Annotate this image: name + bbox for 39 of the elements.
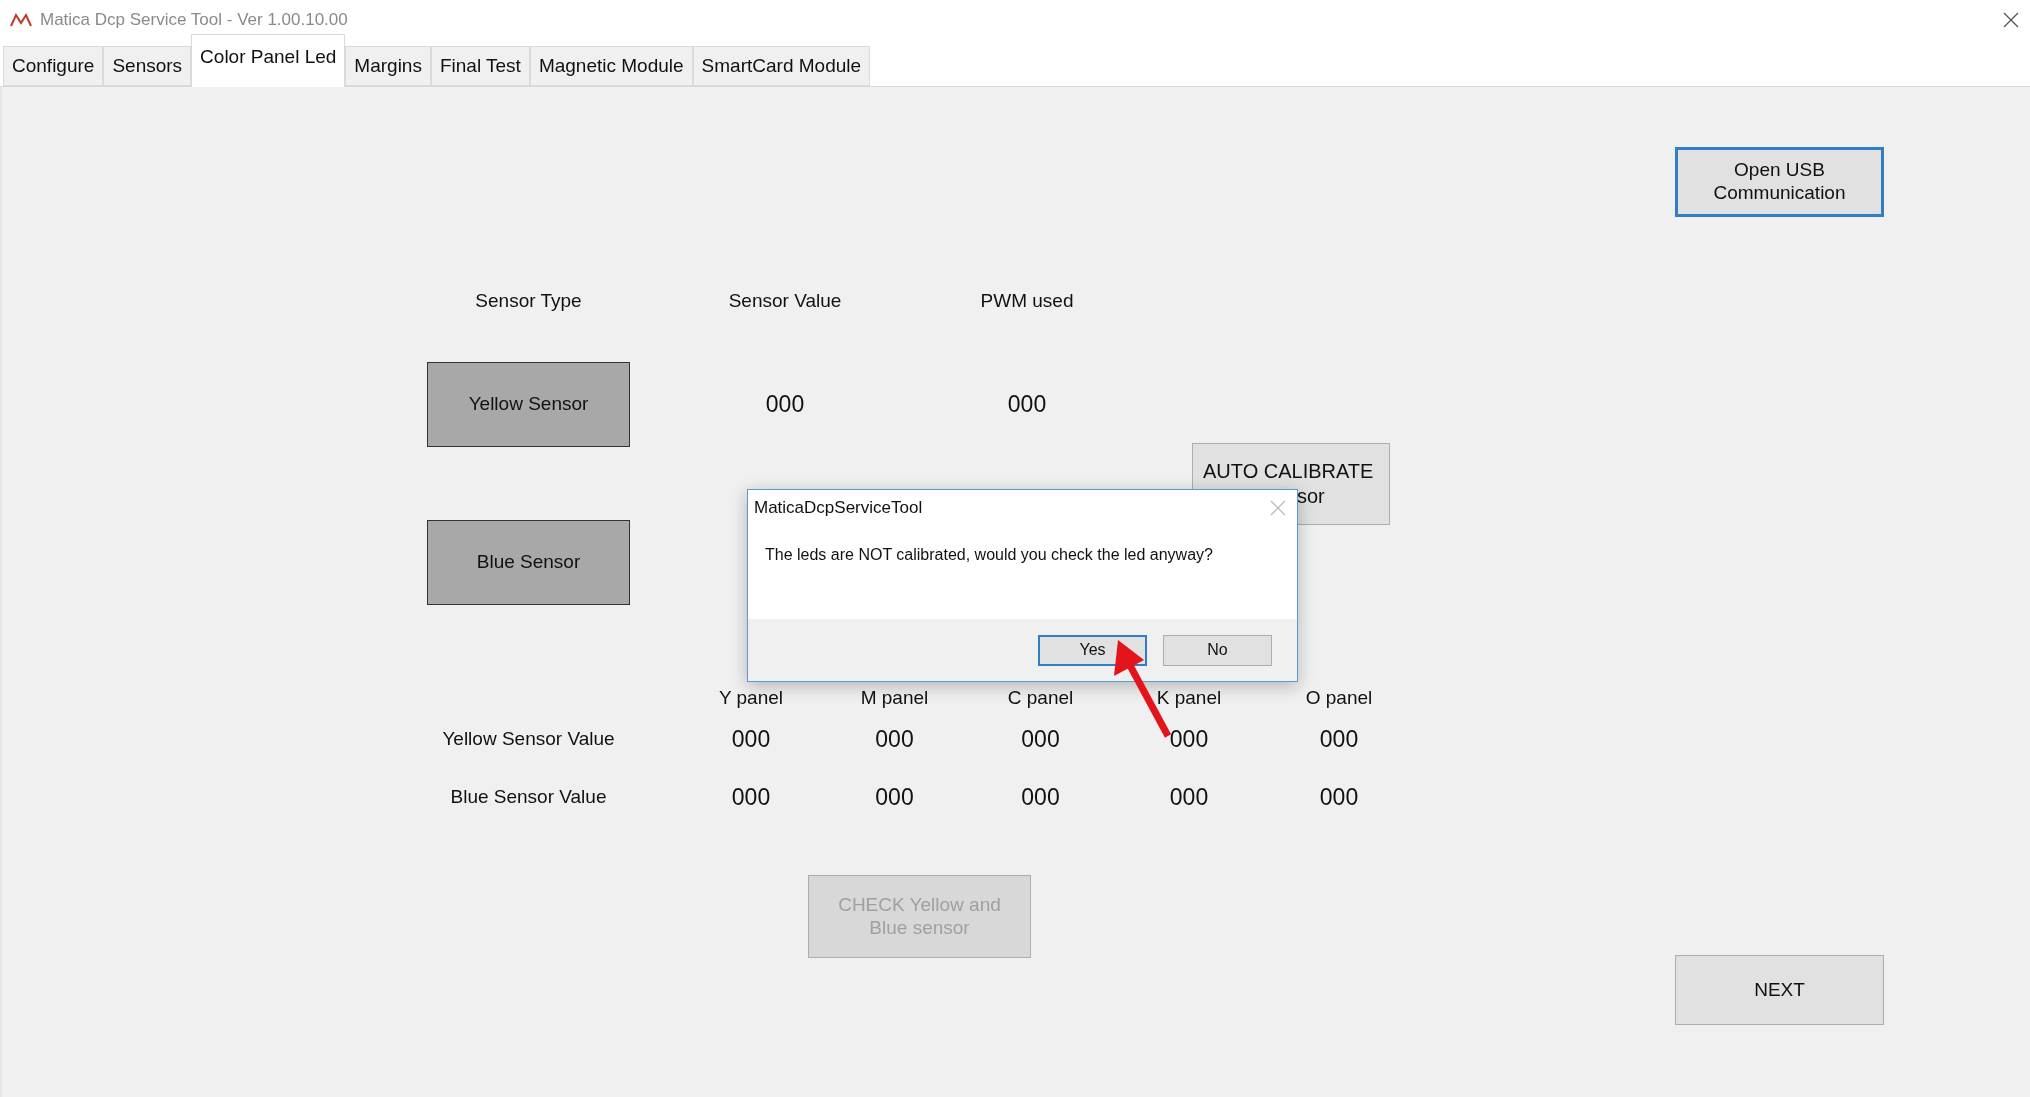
column-header: C panel [1007, 687, 1074, 709]
column-header: K panel [1156, 687, 1222, 709]
tab[interactable]: Color Panel Led [191, 34, 346, 87]
close-icon[interactable] [2002, 11, 2020, 29]
table-cell: 000 [731, 725, 771, 753]
tab[interactable]: SmartCard Module [692, 46, 871, 86]
column-header: O panel [1305, 687, 1373, 709]
table-cell: 000 [875, 783, 914, 811]
table-cell: 000 [1021, 783, 1060, 811]
tab[interactable]: Configure [3, 46, 104, 86]
column-header: Y panel [718, 687, 784, 709]
column-header: Sensor Type [475, 290, 582, 312]
row-label: Blue Sensor Value [450, 786, 607, 808]
table-cell: 000 [1021, 725, 1060, 753]
table-cell: 000 [1319, 725, 1359, 753]
table-cell: 000 [1169, 725, 1209, 753]
next-button[interactable]: NEXT [1675, 955, 1884, 1025]
table-cell: 000 [1169, 783, 1209, 811]
tab[interactable]: Magnetic Module [529, 46, 693, 86]
column-header: Sensor Value [728, 290, 842, 312]
column-header: PWM used [980, 290, 1074, 312]
window-title: Matica Dcp Service Tool - Ver 1.00.10.00 [40, 10, 349, 30]
table-cell: 000 [731, 783, 771, 811]
table-cell: 000 [875, 725, 914, 753]
sensor-button[interactable]: Yellow Sensor [427, 362, 630, 447]
table-cell: 000 [1319, 783, 1359, 811]
open-usb-button[interactable]: Open USB Communication [1675, 147, 1884, 217]
tab[interactable]: Sensors [103, 46, 192, 86]
app-logo-icon [10, 12, 32, 28]
sensor-button[interactable]: Blue Sensor [427, 520, 630, 605]
dialog-title: MaticaDcpServiceTool [754, 498, 923, 518]
tab[interactable]: Margins [345, 46, 431, 86]
tab[interactable]: Final Test [430, 46, 530, 86]
sensor-value: 000 [765, 391, 805, 418]
pwm-value: 000 [1007, 391, 1047, 418]
column-header: M panel [860, 687, 929, 709]
dialog-button[interactable]: No [1163, 634, 1272, 666]
row-label: Yellow Sensor Value [442, 728, 615, 750]
dialog-message: The leds are NOT calibrated, would you check the led anyway? [765, 546, 1214, 564]
